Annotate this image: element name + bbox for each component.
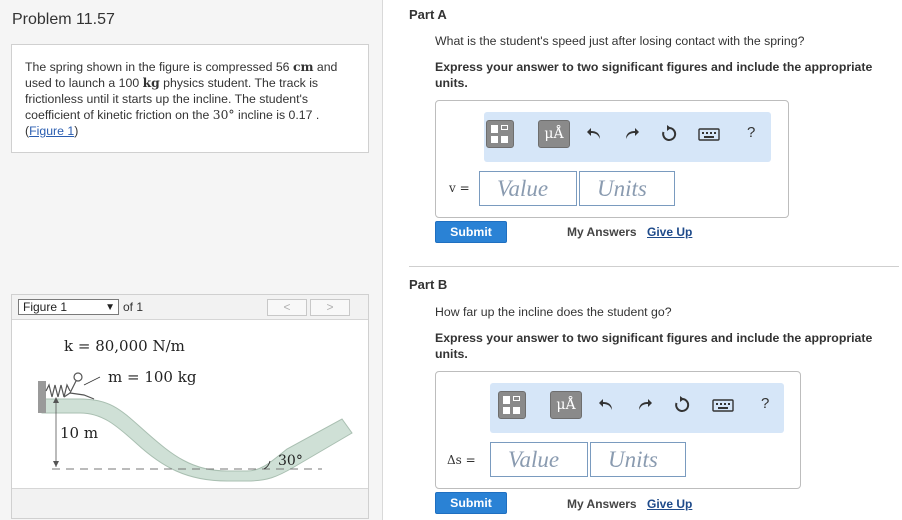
help-icon[interactable]: ? bbox=[747, 124, 755, 141]
part-a-submit-button[interactable]: Submit bbox=[435, 221, 507, 243]
part-b-question: How far up the incline does the student … bbox=[435, 305, 672, 319]
unit-cm: cm bbox=[292, 59, 314, 74]
part-b-my-answers-link[interactable]: My Answers bbox=[567, 497, 637, 511]
figure-link[interactable]: Figure 1 bbox=[29, 124, 74, 138]
wall bbox=[38, 381, 46, 413]
problem-statement: The spring shown in the figure is compre… bbox=[11, 44, 369, 153]
part-b-answer-box: μÅ ? Δs = Value Units bbox=[435, 371, 801, 489]
part-a-label[interactable]: Part A bbox=[409, 7, 447, 22]
part-b-label[interactable]: Part B bbox=[409, 277, 447, 292]
statement-text: The spring shown in the figure is compre… bbox=[25, 60, 293, 74]
figure-footer bbox=[12, 488, 368, 518]
part-b-submit-button[interactable]: Submit bbox=[435, 492, 507, 514]
height-arrow-bottom bbox=[53, 461, 59, 467]
undo-icon[interactable] bbox=[598, 396, 616, 414]
part-a-question: What is the student's speed just after l… bbox=[435, 34, 805, 48]
help-icon[interactable]: ? bbox=[761, 395, 769, 412]
part-a-units-input[interactable]: Units bbox=[579, 171, 675, 206]
part-b-math-toolbar: μÅ ? bbox=[490, 383, 784, 433]
undo-icon[interactable] bbox=[586, 125, 604, 143]
part-a-math-toolbar: μÅ ? bbox=[484, 112, 771, 162]
problem-title: Problem 11.57 bbox=[12, 11, 115, 28]
units-mu-icon[interactable]: μÅ bbox=[550, 391, 582, 419]
student-head bbox=[73, 372, 83, 382]
figure-select[interactable]: Figure 1 ▼ bbox=[18, 299, 119, 315]
unit-kg: kg bbox=[142, 75, 160, 90]
part-a-my-answers-link[interactable]: My Answers bbox=[567, 225, 637, 239]
statement-text: incline is 0.17 . bbox=[234, 108, 320, 122]
reset-icon[interactable] bbox=[660, 125, 678, 143]
student-body bbox=[63, 380, 95, 400]
templates-icon[interactable] bbox=[498, 391, 526, 419]
problem-panel: Problem 11.57 The spring shown in the fi… bbox=[0, 0, 383, 520]
part-b-variable-label: Δs = bbox=[447, 453, 476, 467]
next-figure-button[interactable]: > bbox=[310, 299, 350, 316]
mass-label: m = 100 kg bbox=[108, 368, 197, 386]
figure-toolbar: Figure 1 ▼ of 1 < > bbox=[12, 295, 368, 320]
redo-icon[interactable] bbox=[635, 396, 653, 414]
mass-leader-line bbox=[83, 376, 101, 386]
figure-count: of 1 bbox=[123, 300, 144, 314]
keyboard-icon[interactable] bbox=[698, 125, 720, 143]
angle-value: 30° bbox=[212, 108, 235, 122]
height-label: 10 m bbox=[60, 424, 98, 442]
part-b-give-up-link[interactable]: Give Up bbox=[647, 497, 692, 511]
keyboard-icon[interactable] bbox=[712, 396, 734, 414]
part-a-answer-box: μÅ ? v = Value Units bbox=[435, 100, 789, 218]
reset-icon[interactable] bbox=[673, 396, 691, 414]
part-a-instruction: Express your answer to two significant f… bbox=[435, 60, 873, 90]
part-a-value-input[interactable]: Value bbox=[479, 171, 577, 206]
spring-constant-label: k = 80,000 N/m bbox=[64, 337, 185, 355]
figure-select-value: Figure 1 bbox=[23, 300, 68, 314]
part-b-value-input[interactable]: Value bbox=[490, 442, 588, 477]
divider bbox=[409, 266, 899, 267]
figure-diagram: k = 80,000 N/m m = 100 kg 10 m 30° bbox=[38, 337, 353, 482]
part-b-units-input[interactable]: Units bbox=[590, 442, 686, 477]
redo-icon[interactable] bbox=[622, 125, 640, 143]
templates-icon[interactable] bbox=[486, 120, 514, 148]
units-mu-icon[interactable]: μÅ bbox=[538, 120, 570, 148]
angle-label: 30° bbox=[278, 453, 303, 469]
figure-panel: Figure 1 ▼ of 1 < > k = 80,000 N/m m = 1… bbox=[11, 294, 369, 519]
prev-figure-button[interactable]: < bbox=[267, 299, 307, 316]
paren-close: ) bbox=[74, 124, 79, 138]
chevron-down-icon: ▼ bbox=[105, 302, 115, 313]
part-a-give-up-link[interactable]: Give Up bbox=[647, 225, 692, 239]
part-b-instruction: Express your answer to two significant f… bbox=[435, 331, 873, 361]
part-a-variable-label: v = bbox=[449, 181, 470, 195]
